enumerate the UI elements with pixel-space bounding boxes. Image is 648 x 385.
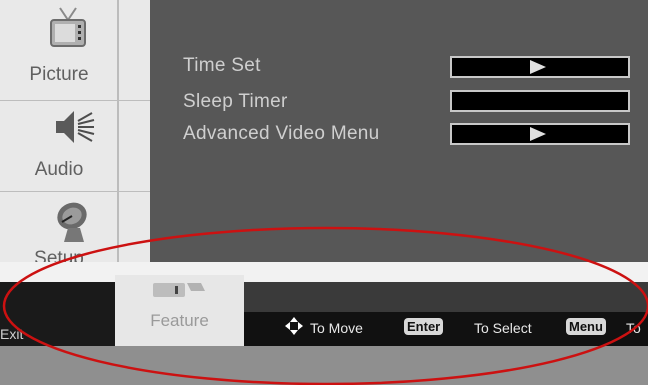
sidebar-item-label: Audio [34, 159, 84, 180]
speaker-icon [56, 111, 95, 143]
tab-label: Feature [150, 311, 209, 330]
tv-osd-screen: Picture Audio Setup Time Set Sleep Timer… [0, 0, 648, 385]
menu-hint-label: To [626, 320, 641, 336]
sidebar-item-picture[interactable]: Picture [0, 0, 150, 100]
divider-strip [0, 262, 648, 282]
bottom-background [0, 346, 648, 385]
satellite-dish-icon [57, 202, 87, 242]
feature-menu-panel: Time Set Sleep Timer Advanced Video Menu [150, 0, 648, 262]
play-arrow-icon [530, 127, 546, 141]
tv-icon [50, 7, 86, 47]
menu-item-label: Advanced Video Menu [183, 123, 380, 144]
sidebar-item-audio[interactable]: Audio [0, 101, 150, 191]
sidebar-item-label: Picture [29, 64, 89, 85]
menu-key-badge: Menu [566, 318, 606, 335]
feature-icon [153, 283, 205, 297]
move-arrows-icon [285, 317, 303, 335]
menu-item-label: Sleep Timer [183, 91, 288, 112]
tab-feature[interactable]: Feature [115, 275, 244, 346]
tab-bar-background [244, 282, 648, 312]
time-set-bar[interactable] [450, 56, 630, 78]
move-hint-label: To Move [310, 320, 363, 336]
sidebar: Picture Audio Setup [0, 0, 150, 266]
menu-item-sleep-timer[interactable]: Sleep Timer [183, 91, 288, 113]
sleep-timer-bar[interactable] [450, 90, 630, 112]
select-hint-label: To Select [474, 320, 532, 336]
sidebar-item-setup[interactable]: Setup [0, 192, 150, 266]
exit-button[interactable]: Exit [0, 326, 23, 342]
advanced-video-menu-bar[interactable] [450, 123, 630, 145]
menu-item-time-set[interactable]: Time Set [183, 55, 261, 77]
play-arrow-icon [530, 60, 546, 74]
menu-item-label: Time Set [183, 55, 261, 76]
menu-item-advanced-video-menu[interactable]: Advanced Video Menu [183, 123, 380, 145]
enter-key-badge: Enter [404, 318, 444, 335]
